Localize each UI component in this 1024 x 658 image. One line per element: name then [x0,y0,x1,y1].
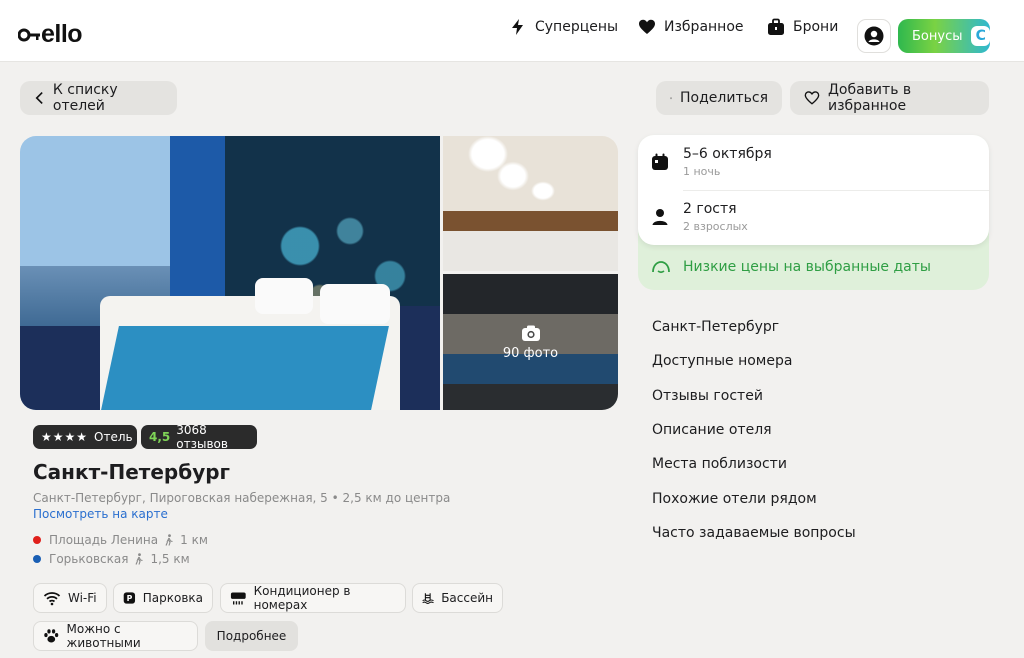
all-photos-overlay[interactable]: 90 фото [443,274,618,410]
metro-distance: 1,5 км [150,552,190,566]
dates-value: 5–6 октября [683,146,772,162]
calendar-icon [652,153,668,170]
amenity-wifi: Wi-Fi [33,583,107,613]
photo-gallery[interactable]: 90 фото [20,136,618,410]
nav-bookings[interactable]: Брони [767,18,838,36]
photo-count-label: 90 фото [502,345,559,361]
svg-text:P: P [127,594,133,603]
paw-icon [44,629,59,643]
low-price-notice: Низкие цены на выбранные даты [651,259,931,275]
section-link-nearby[interactable]: Места поблизости [652,456,787,472]
smile-icon [652,261,670,274]
lightning-icon [512,19,523,35]
parking-icon: P [123,592,136,604]
person-icon [652,209,668,225]
logo[interactable]: ello [18,20,83,49]
blanket [101,326,389,410]
back-to-list-label: К списку отелей [52,82,118,114]
main-room-photo[interactable] [20,136,440,410]
share-icon [670,97,672,99]
amenity-label: Можно с животными [66,622,141,650]
rating-value: 4,5 [149,430,171,444]
hotel-address: Санкт-Петербург, Пироговская набережная,… [33,491,451,505]
amenity-label: Бассейн [441,591,493,605]
top-header: ello Суперцены Избранное Брони Бонусы C [0,0,1024,62]
metro-line-dot [33,555,41,563]
show-on-map-link[interactable]: Посмотреть на карте [33,507,168,521]
back-to-list-button[interactable]: К списку отелей [20,81,177,115]
nav-favorites-label: Избранное [664,19,744,35]
camera-icon [521,325,540,341]
share-label: Поделиться [680,90,768,106]
walking-icon [165,534,173,546]
amenity-pets: Можно с животными [33,621,198,651]
metro-name: Горьковская [49,552,129,566]
nights-value: 1 ночь [683,165,721,178]
amenity-parking: P Парковка [113,583,213,613]
amenity-air-conditioner: Кондиционер в номерах [220,583,406,613]
metro-name: Площадь Ленина [49,533,159,547]
section-link-faq[interactable]: Часто задаваемые вопросы [652,525,856,541]
dates-selector[interactable]: 5–6 октября 1 ночь [638,135,989,190]
bonus-button[interactable]: Бонусы C [898,19,990,53]
hotel-class-badge: ★★★★ Отель [33,425,137,449]
key-logo-icon [18,27,40,43]
stars-icon: ★★★★ [41,430,89,444]
section-link-city[interactable]: Санкт-Петербург [652,319,779,335]
low-price-label: Низкие цены на выбранные даты [683,259,931,275]
amenity-label: Кондиционер в номерах [253,584,351,612]
section-link-rooms[interactable]: Доступные номера [652,353,792,369]
user-avatar-icon [864,26,884,46]
section-link-similar[interactable]: Похожие отели рядом [652,491,817,507]
metro-station: Горьковская 1,5 км [33,552,190,566]
amenity-label: Wi-Fi [68,591,97,605]
pillow [320,284,390,324]
wifi-icon [43,592,61,606]
logo-text: ello [41,20,83,48]
guests-value: 2 гостя [683,201,737,217]
air-conditioner-icon [230,592,246,605]
profile-button[interactable] [857,19,891,53]
nav-favorites[interactable]: Избранное [638,18,744,36]
section-link-reviews[interactable]: Отзывы гостей [652,388,763,404]
metro-station: Площадь Ленина 1 км [33,533,208,547]
add-to-favorites-button[interactable]: Добавить в избранное [790,81,989,115]
pillow [255,278,313,314]
hotel-type: Отель [94,430,133,444]
walking-icon [135,553,144,565]
heart-outline-icon [804,91,820,105]
amenity-pool: Бассейн [412,583,503,613]
suitcase-icon [768,18,784,35]
metro-line-dot [33,536,41,544]
pool-icon [422,593,434,604]
more-amenities-button[interactable]: Подробнее [205,621,298,651]
guests-detail: 2 взрослых [683,220,748,233]
guests-selector[interactable]: 2 гостя 2 взрослых [638,190,989,245]
add-to-favorites-label: Добавить в избранное [827,82,912,114]
lobby-photo[interactable] [443,136,618,271]
divider [683,190,989,191]
share-button[interactable]: Поделиться [656,81,782,115]
section-link-description[interactable]: Описание отеля [652,422,772,438]
hotel-title: Санкт-Петербург [33,460,231,484]
heart-icon [639,19,655,34]
rating-badge[interactable]: 4,5 3068 отзывов [141,423,257,451]
nav-superprices-label: Суперцены [535,19,619,35]
amenity-label: Парковка [142,591,203,605]
bonus-label: Бонусы [912,28,963,44]
reviews-count: 3068 отзывов [176,423,228,451]
nav-superprices[interactable]: Суперцены [509,18,618,36]
nav-bookings-label: Брони [793,19,839,35]
metro-distance: 1 км [180,533,208,547]
bonus-c-icon: C [971,26,990,46]
chevron-left-icon [35,91,43,105]
